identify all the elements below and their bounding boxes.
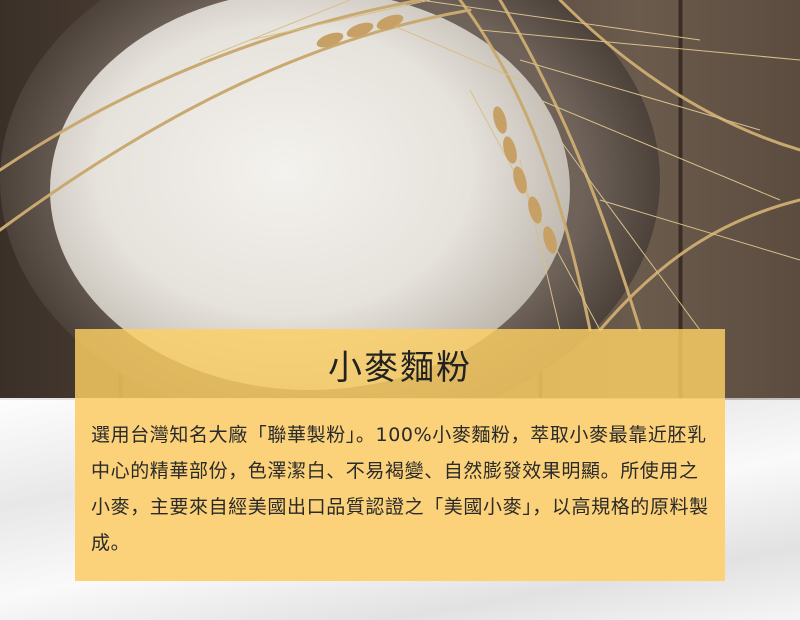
product-title: 小麥麵粉 [328, 347, 472, 388]
title-band: 小麥麵粉 [75, 329, 725, 399]
info-panel: 小麥麵粉 選用台灣知名大廠「聯華製粉」。100%小麥麵粉，萃取小麥最靠近胚乳中心… [75, 329, 725, 581]
product-description: 選用台灣知名大廠「聯華製粉」。100%小麥麵粉，萃取小麥最靠近胚乳中心的精華部份… [91, 424, 709, 554]
description-box: 選用台灣知名大廠「聯華製粉」。100%小麥麵粉，萃取小麥最靠近胚乳中心的精華部份… [75, 399, 725, 581]
